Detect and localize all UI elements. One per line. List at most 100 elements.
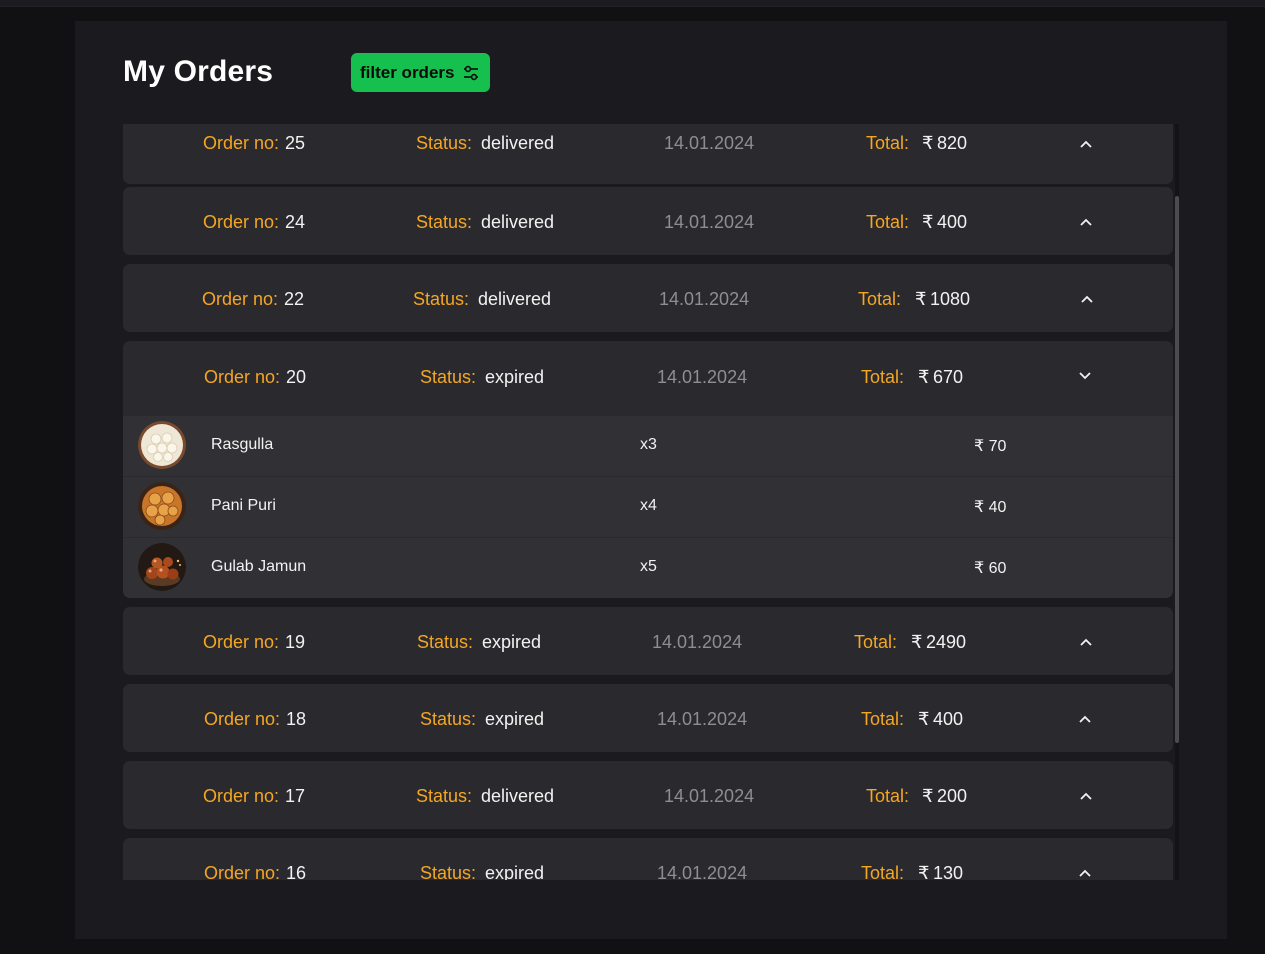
total-label: Total:	[866, 786, 910, 806]
status-label: Status:	[416, 212, 473, 232]
order-card[interactable]: Order no: 16 Status: expired 14.01.2024 …	[123, 838, 1173, 880]
order-header[interactable]: Order no: 20 Status: expired 14.01.2024 …	[123, 341, 1173, 416]
order-no-value: 20	[286, 367, 307, 387]
status-label: Status:	[420, 709, 477, 729]
order-no-label: Order no:	[204, 709, 281, 729]
total-value: 670	[933, 367, 964, 387]
order-no-value: 22	[284, 289, 305, 309]
order-date: 14.01.2024	[657, 863, 748, 880]
order-card[interactable]: Order no: 18 Status: expired 14.01.2024 …	[123, 684, 1173, 752]
total-value: 820	[937, 133, 968, 153]
orders-list[interactable]: Order no: 25 Status: delivered 14.01.202…	[123, 124, 1179, 880]
gulab-jamun-photo-icon	[138, 543, 186, 591]
sliders-icon	[464, 65, 479, 80]
order-no-label: Order no:	[203, 133, 280, 153]
order-date: 14.01.2024	[657, 367, 748, 387]
total-value: 2490	[926, 632, 967, 652]
order-header[interactable]: Order no: 22 Status: delivered 14.01.202…	[123, 264, 1173, 332]
order-date: 14.01.2024	[659, 289, 750, 309]
rupee-icon: ₹	[922, 212, 934, 232]
order-date: 14.01.2024	[657, 709, 748, 729]
pani-puri-photo-icon	[138, 482, 186, 530]
order-card[interactable]: Order no: 17 Status: delivered 14.01.202…	[123, 761, 1173, 829]
item-quantity: x5	[640, 558, 657, 575]
total-value: 200	[937, 786, 968, 806]
order-no-value: 17	[285, 786, 306, 806]
item-price: ₹ 60	[974, 560, 1007, 577]
total-label: Total:	[861, 709, 905, 729]
item-price: ₹ 70	[974, 438, 1007, 455]
total-label: Total:	[858, 289, 902, 309]
order-date: 14.01.2024	[664, 133, 755, 153]
order-no-label: Order no:	[203, 212, 280, 232]
total-label: Total:	[861, 863, 905, 880]
status-label: Status:	[413, 289, 470, 309]
status-value: expired	[485, 709, 545, 729]
filter-orders-button[interactable]: filter orders	[351, 53, 490, 92]
item-name: Gulab Jamun	[211, 558, 307, 575]
order-header[interactable]: Order no: 16 Status: expired 14.01.2024 …	[123, 838, 1173, 880]
status-label: Status:	[416, 786, 473, 806]
order-item-row: Pani Puri x4 ₹ 40	[123, 477, 1173, 537]
item-name: Pani Puri	[211, 497, 276, 514]
order-card[interactable]: Order no: 25 Status: delivered 14.01.202…	[123, 124, 1173, 184]
chevron-up-icon[interactable]	[1080, 638, 1092, 646]
total-value: 1080	[930, 289, 971, 309]
order-card[interactable]: Order no: 24 Status: delivered 14.01.202…	[123, 187, 1173, 255]
chevron-up-icon[interactable]	[1079, 869, 1091, 877]
rupee-icon: ₹	[922, 133, 934, 153]
status-label: Status:	[420, 863, 477, 880]
rupee-icon: ₹	[918, 863, 930, 880]
order-card[interactable]: Order no: 22 Status: delivered 14.01.202…	[123, 264, 1173, 332]
orders-panel: My Orders filter orders Order no: 25 Sta…	[75, 21, 1227, 939]
order-header[interactable]: Order no: 24 Status: delivered 14.01.202…	[123, 187, 1173, 255]
order-card[interactable]: Order no: 19 Status: expired 14.01.2024 …	[123, 607, 1173, 675]
order-item-row: Rasgulla x3 ₹ 70	[123, 416, 1173, 476]
page-title: My Orders	[123, 55, 274, 88]
status-label: Status:	[420, 367, 477, 387]
order-no-value: 25	[285, 133, 306, 153]
order-header[interactable]: Order no: 18 Status: expired 14.01.2024 …	[123, 684, 1173, 752]
chevron-up-icon[interactable]	[1080, 140, 1092, 148]
rasgulla-photo-icon	[138, 421, 186, 469]
status-value: expired	[482, 632, 542, 652]
chevron-up-icon[interactable]	[1080, 792, 1092, 800]
total-label: Total:	[866, 133, 910, 153]
top-bar	[0, 0, 1265, 7]
rupee-icon: ₹	[911, 632, 923, 652]
order-item-row: Gulab Jamun x5 ₹ 60	[123, 538, 1173, 598]
total-label: Total:	[854, 632, 898, 652]
order-no-value: 24	[285, 212, 306, 232]
chevron-up-icon[interactable]	[1080, 218, 1092, 226]
status-value: delivered	[478, 289, 552, 309]
item-quantity: x3	[640, 436, 657, 453]
rupee-icon: ₹	[922, 786, 934, 806]
order-no-label: Order no:	[202, 289, 279, 309]
item-name: Rasgulla	[211, 436, 274, 453]
order-no-label: Order no:	[204, 367, 281, 387]
order-no-value: 18	[286, 709, 307, 729]
order-date: 14.01.2024	[664, 212, 755, 232]
order-date: 14.01.2024	[664, 786, 755, 806]
rupee-icon: ₹	[918, 709, 930, 729]
total-value: 400	[937, 212, 968, 232]
status-value: delivered	[481, 786, 555, 806]
status-label: Status:	[416, 133, 473, 153]
rupee-icon: ₹	[915, 289, 927, 309]
order-no-label: Order no:	[203, 632, 280, 652]
order-no-value: 16	[286, 863, 307, 880]
status-value: expired	[485, 863, 545, 880]
order-no-value: 19	[285, 632, 306, 652]
order-card-expanded[interactable]: Order no: 20 Status: expired 14.01.2024 …	[123, 341, 1173, 598]
order-header[interactable]: Order no: 19 Status: expired 14.01.2024 …	[123, 607, 1173, 675]
chevron-up-icon[interactable]	[1079, 715, 1091, 723]
item-price: ₹ 40	[974, 499, 1007, 516]
order-header[interactable]: Order no: 25 Status: delivered 14.01.202…	[123, 124, 1173, 184]
chevron-up-icon[interactable]	[1081, 295, 1093, 303]
scrollbar-thumb[interactable]	[1175, 196, 1179, 743]
order-header[interactable]: Order no: 17 Status: delivered 14.01.202…	[123, 761, 1173, 829]
status-value: delivered	[481, 212, 555, 232]
total-label: Total:	[861, 367, 905, 387]
chevron-down-icon[interactable]	[1079, 372, 1091, 380]
total-value: 130	[933, 863, 964, 880]
